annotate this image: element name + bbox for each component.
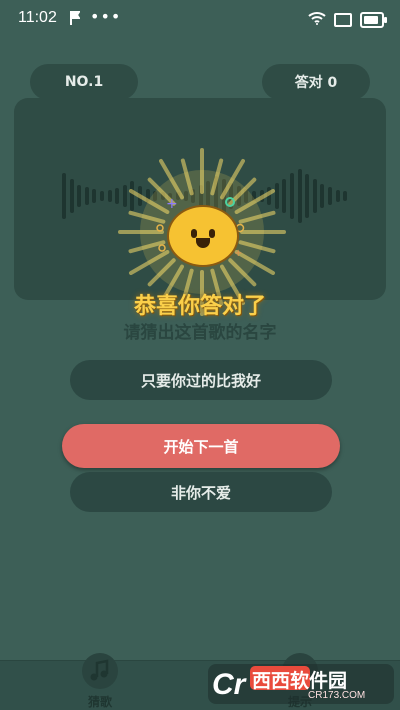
waveform-bar: [92, 189, 97, 203]
next-song-button[interactable]: 开始下一首: [62, 424, 340, 468]
waveform-bar: [62, 173, 66, 219]
battery-icon: [360, 12, 387, 28]
waveform-bar: [77, 185, 82, 207]
screen-cast-icon: [334, 13, 352, 27]
sun-left-eye: [191, 229, 197, 238]
answer-option-1[interactable]: 只要你过的比我好: [70, 360, 332, 400]
watermark-brand: 西西软件园: [252, 671, 348, 692]
sun-right-eye: [209, 229, 215, 238]
smiling-sun-icon: [167, 205, 239, 267]
status-bar: 11:02 •••: [0, 0, 400, 38]
watermark-url: CR173.COM: [308, 690, 366, 701]
waveform-bar: [328, 187, 332, 205]
level-badge: NO.1: [30, 64, 138, 100]
waveform-bar: [320, 184, 325, 208]
flag-icon: [70, 11, 80, 25]
wifi-icon: [308, 12, 326, 25]
waveform-bar: [297, 169, 302, 223]
waveform-bar: [312, 179, 317, 213]
waveform-bar: [100, 191, 104, 201]
answer-option-2[interactable]: 非你不爱: [70, 472, 332, 512]
waveform-bar: [305, 174, 310, 218]
congrats-text: 恭喜你答对了: [133, 294, 266, 319]
svg-text:Cr: Cr: [212, 668, 248, 701]
waveform-bar: [107, 190, 112, 202]
score-badge: 答对 0: [262, 64, 370, 100]
waveform-bar: [84, 187, 89, 205]
music-note-icon: [82, 653, 118, 689]
question-hint: 请猜出这首歌的名字: [123, 323, 277, 343]
tab-guess-label: 猜歌: [87, 695, 112, 709]
tab-guess-song[interactable]: 猜歌: [70, 653, 130, 710]
waveform-bar: [290, 173, 294, 219]
more-notifications-icon: •••: [90, 7, 122, 26]
waveform-bar: [343, 191, 348, 201]
svg-text:+: +: [166, 196, 178, 212]
battery-fill: [364, 16, 379, 24]
sun-mouth: [196, 238, 210, 248]
game-screen: 11:02 ••• NO.1 答对 0 请猜出这首歌的名字 只要你过的比我好 开…: [0, 0, 400, 710]
waveform-bar: [335, 190, 340, 202]
waveform-bar: [69, 179, 74, 213]
watermark-logo: Cr 西西软件园 CR173.COM: [200, 660, 400, 708]
status-time: 11:02: [18, 9, 57, 26]
